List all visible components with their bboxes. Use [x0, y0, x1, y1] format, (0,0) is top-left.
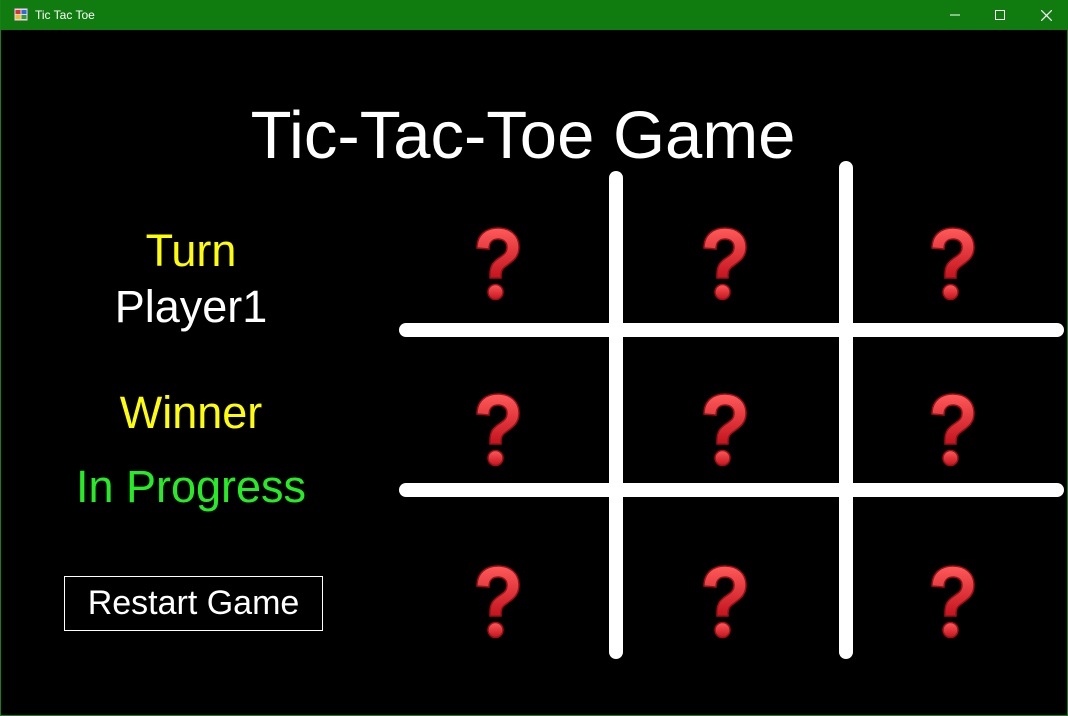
question-mark-icon — [703, 227, 747, 301]
question-mark-icon — [476, 393, 520, 467]
board-cell-7[interactable] — [394, 532, 604, 682]
question-mark-icon — [931, 565, 975, 639]
question-mark-icon — [703, 393, 747, 467]
board-cell-9[interactable] — [849, 532, 1059, 682]
board-cell-2[interactable] — [621, 194, 831, 344]
question-mark-icon — [703, 565, 747, 639]
question-mark-icon — [476, 565, 520, 639]
board-cell-8[interactable] — [621, 532, 831, 682]
question-mark-icon — [476, 227, 520, 301]
question-mark-icon — [931, 227, 975, 301]
app-window: Tic Tac Toe Tic-Tac-Toe Game Turn Player… — [0, 0, 1068, 716]
board-cell-5[interactable] — [621, 360, 831, 510]
board-cell-3[interactable] — [849, 194, 1059, 344]
question-mark-icon — [931, 393, 975, 467]
board-cell-4[interactable] — [394, 360, 604, 510]
board-cell-6[interactable] — [849, 360, 1059, 510]
board-cell-1[interactable] — [394, 194, 604, 344]
